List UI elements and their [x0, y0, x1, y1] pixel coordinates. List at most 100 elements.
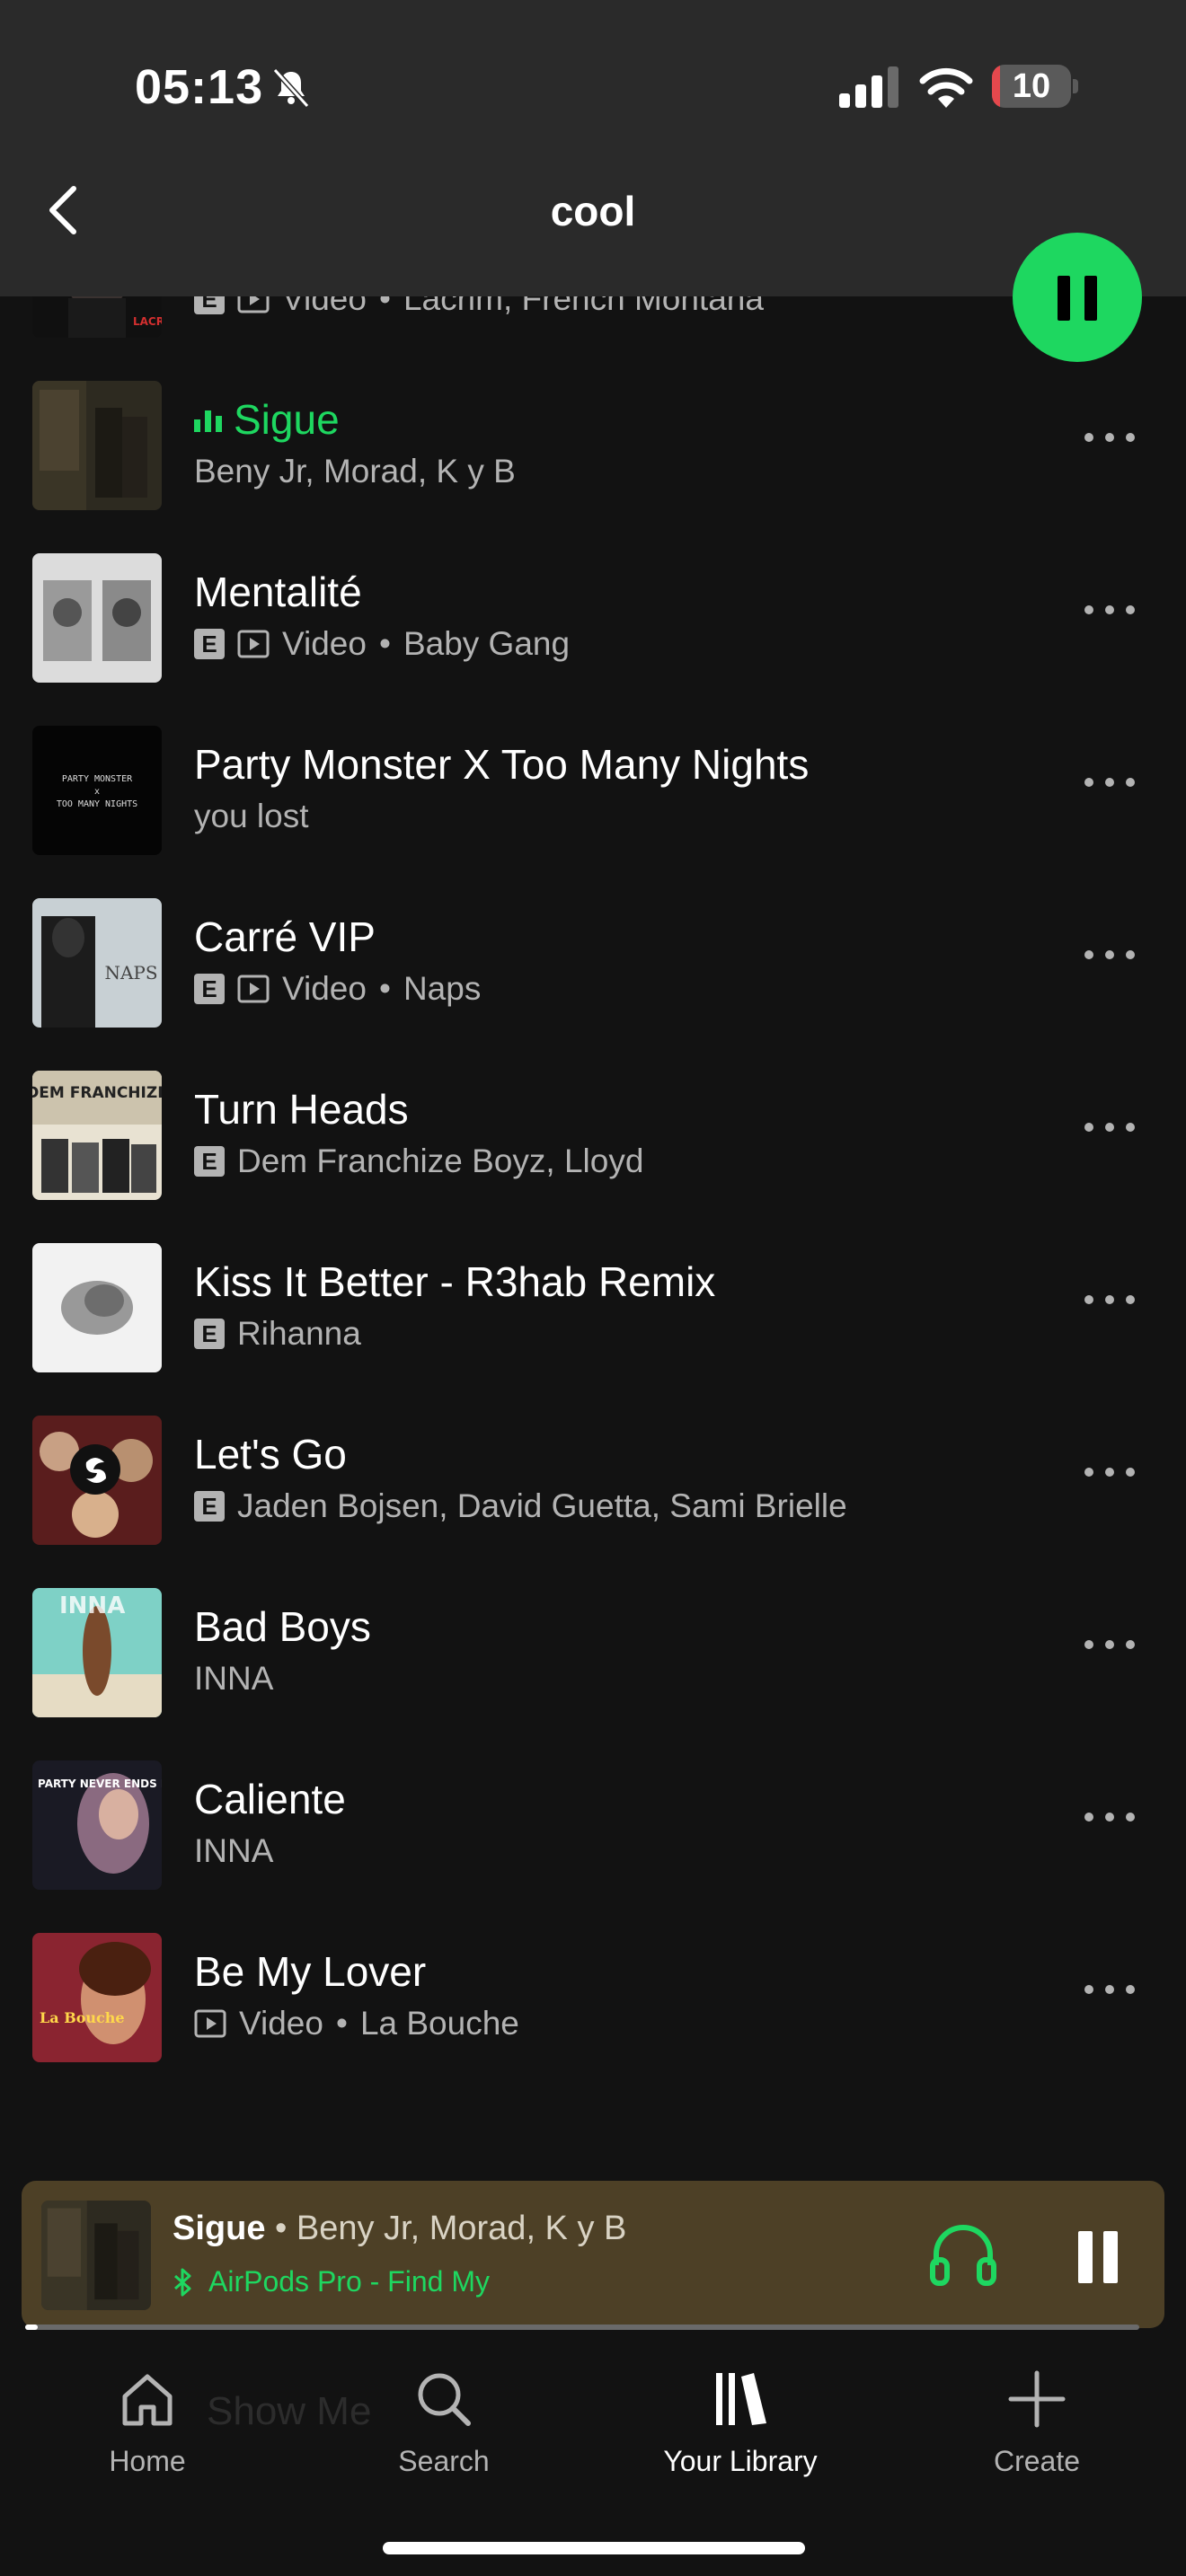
more-options-icon[interactable]	[1083, 1121, 1137, 1134]
bluetooth-icon	[174, 2268, 191, 2296]
more-options-icon[interactable]	[1083, 1293, 1137, 1306]
cover-art-text: PARTY NEVER ENDS INNA	[38, 1778, 162, 1790]
explicit-icon: E	[194, 1146, 225, 1177]
mini-player-cover	[41, 2201, 151, 2310]
track-subtitle: INNA	[194, 1660, 273, 1698]
track-title: Caliente	[194, 1776, 346, 1822]
more-options-icon[interactable]	[1083, 1983, 1137, 1996]
battery-level: 10	[1012, 67, 1051, 105]
track-title: Turn Heads	[194, 1086, 409, 1133]
more-options-icon[interactable]	[1083, 1811, 1137, 1823]
track-row[interactable]: LACRIM A.W.A EVideo•Lacrim, French Monta…	[0, 296, 1186, 345]
track-subtitle: INNA	[194, 1832, 273, 1870]
nav-create[interactable]: Create	[929, 2368, 1145, 2478]
track-artists: Dem Franchize Boyz, Lloyd	[237, 1142, 644, 1179]
track-row[interactable]: Sigue Beny Jr, Morad, K y B	[0, 345, 1186, 517]
track-type: Video	[239, 2005, 323, 2042]
explicit-icon: E	[194, 629, 225, 659]
track-subtitle: you lost	[194, 798, 309, 835]
track-subtitle: E Video • Lacrim, French Montana	[194, 296, 764, 318]
track-row[interactable]: DEM FRANCHIZE Turn Heads E Dem Franchize …	[0, 1035, 1186, 1207]
plus-icon	[1008, 2370, 1066, 2428]
connected-device[interactable]: AirPods Pro - Find My	[173, 2265, 490, 2298]
cellular-signal-icon	[839, 66, 898, 108]
track-cover: INNA	[32, 1588, 162, 1717]
more-options-icon[interactable]	[1083, 948, 1137, 961]
top-bar: 05:13 10 cool	[0, 0, 1186, 296]
headphones-icon[interactable]	[929, 2222, 997, 2287]
status-time: 05:13	[135, 60, 264, 114]
track-cover: DEM FRANCHIZE	[32, 1071, 162, 1200]
track-artists: Baby Gang	[403, 625, 571, 662]
track-cover	[32, 381, 162, 510]
track-subtitle: E Rihanna	[194, 1315, 361, 1353]
track-row[interactable]: PARTY NEVER ENDS INNA Caliente INNA	[0, 1725, 1186, 1897]
track-title: Sigue	[194, 395, 340, 444]
track-title: Carré VIP	[194, 913, 376, 960]
explicit-icon: E	[194, 1319, 225, 1349]
track-row[interactable]: Let's Go E Jaden Bojsen, David Guetta, Sa…	[0, 1380, 1186, 1552]
cover-art-text: DEM FRANCHIZE	[32, 1084, 162, 1102]
now-playing-artists: Beny Jr, Morad, K y B	[296, 2210, 627, 2247]
mini-player[interactable]: Sigue • Beny Jr, Morad, K y B AirPods Pr…	[22, 2181, 1164, 2328]
playback-progress[interactable]	[25, 2325, 1139, 2330]
track-subtitle: Video • La Bouche	[194, 2005, 519, 2042]
page-title: cool	[550, 188, 636, 234]
track-artists: Lacrim, French Montana	[403, 296, 764, 317]
video-icon	[194, 2009, 226, 2038]
track-title: Kiss It Better - R3hab Remix	[194, 1258, 716, 1305]
track-title: Mentalité	[194, 569, 362, 615]
more-options-icon[interactable]	[1083, 431, 1137, 444]
search-icon	[418, 2373, 471, 2426]
now-playing-title: Sigue • Beny Jr, Morad, K y B	[173, 2210, 627, 2247]
mini-player-pause-button[interactable]	[1075, 2231, 1120, 2283]
battery-indicator: 10	[992, 65, 1078, 110]
more-options-icon[interactable]	[1083, 1466, 1137, 1478]
cover-art-text: INNA	[59, 1592, 125, 1619]
nav-your-library[interactable]: Your Library	[633, 2368, 848, 2478]
track-subtitle: E Jaden Bojsen, David Guetta, Sami Briell…	[194, 1487, 847, 1525]
explicit-icon: E	[194, 296, 225, 314]
video-icon	[237, 975, 270, 1003]
more-options-icon[interactable]	[1083, 776, 1137, 789]
track-type: Video	[282, 625, 367, 662]
pause-button[interactable]	[1013, 233, 1142, 362]
video-icon	[237, 630, 270, 658]
track-row[interactable]: Kiss It Better - R3hab Remix E Rihanna	[0, 1207, 1186, 1380]
explicit-icon: E	[194, 974, 225, 1004]
track-artists: Naps	[403, 970, 482, 1007]
more-options-icon[interactable]	[1083, 604, 1137, 616]
track-row[interactable]: NAPS Carré VIP E Video • Naps	[0, 862, 1186, 1035]
track-cover: PARTY MONSTER x TOO MANY NIGHTS	[32, 726, 162, 855]
track-artists: you lost	[194, 798, 309, 834]
more-options-icon[interactable]	[1083, 1638, 1137, 1651]
track-cover	[32, 1243, 162, 1372]
track-title: Let's Go	[194, 1431, 347, 1478]
home-icon	[122, 2374, 173, 2426]
track-artists: Rihanna	[237, 1315, 361, 1352]
track-row[interactable]: Mentalité E Video • Baby Gang	[0, 517, 1186, 690]
nav-home[interactable]: Home	[40, 2368, 255, 2478]
track-type: Video	[282, 970, 367, 1007]
cover-art-text: La Bouche	[40, 2009, 125, 2026]
track-cover: PARTY NEVER ENDS INNA	[32, 1760, 162, 1890]
wifi-icon	[919, 67, 973, 108]
track-artists: Jaden Bojsen, David Guetta, Sami Brielle	[237, 1487, 847, 1524]
track-cover: La Bouche	[32, 1933, 162, 2062]
track-subtitle: Beny Jr, Morad, K y B	[194, 453, 516, 490]
track-cover: NAPS	[32, 898, 162, 1028]
track-title: Bad Boys	[194, 1603, 371, 1650]
nav-search[interactable]: Search	[336, 2368, 552, 2478]
track-list: LACRIM A.W.A EVideo•Lacrim, French Monta…	[0, 296, 1186, 2183]
track-artists: INNA	[194, 1660, 274, 1697]
home-indicator	[383, 2542, 805, 2554]
track-row[interactable]: INNA Bad Boys INNA	[0, 1552, 1186, 1725]
track-cover: LACRIM	[32, 296, 162, 338]
pause-icon	[1058, 276, 1070, 321]
track-cover	[32, 1416, 162, 1545]
video-icon	[237, 296, 270, 313]
track-row[interactable]: PARTY MONSTER x TOO MANY NIGHTS Party Mons…	[0, 690, 1186, 862]
track-type: Video	[282, 296, 367, 317]
bottom-nav: Show Me Home Search Your Library Create	[0, 2335, 1186, 2576]
track-row[interactable]: La Bouche Be My Lover Video • La Bouche	[0, 1897, 1186, 2069]
